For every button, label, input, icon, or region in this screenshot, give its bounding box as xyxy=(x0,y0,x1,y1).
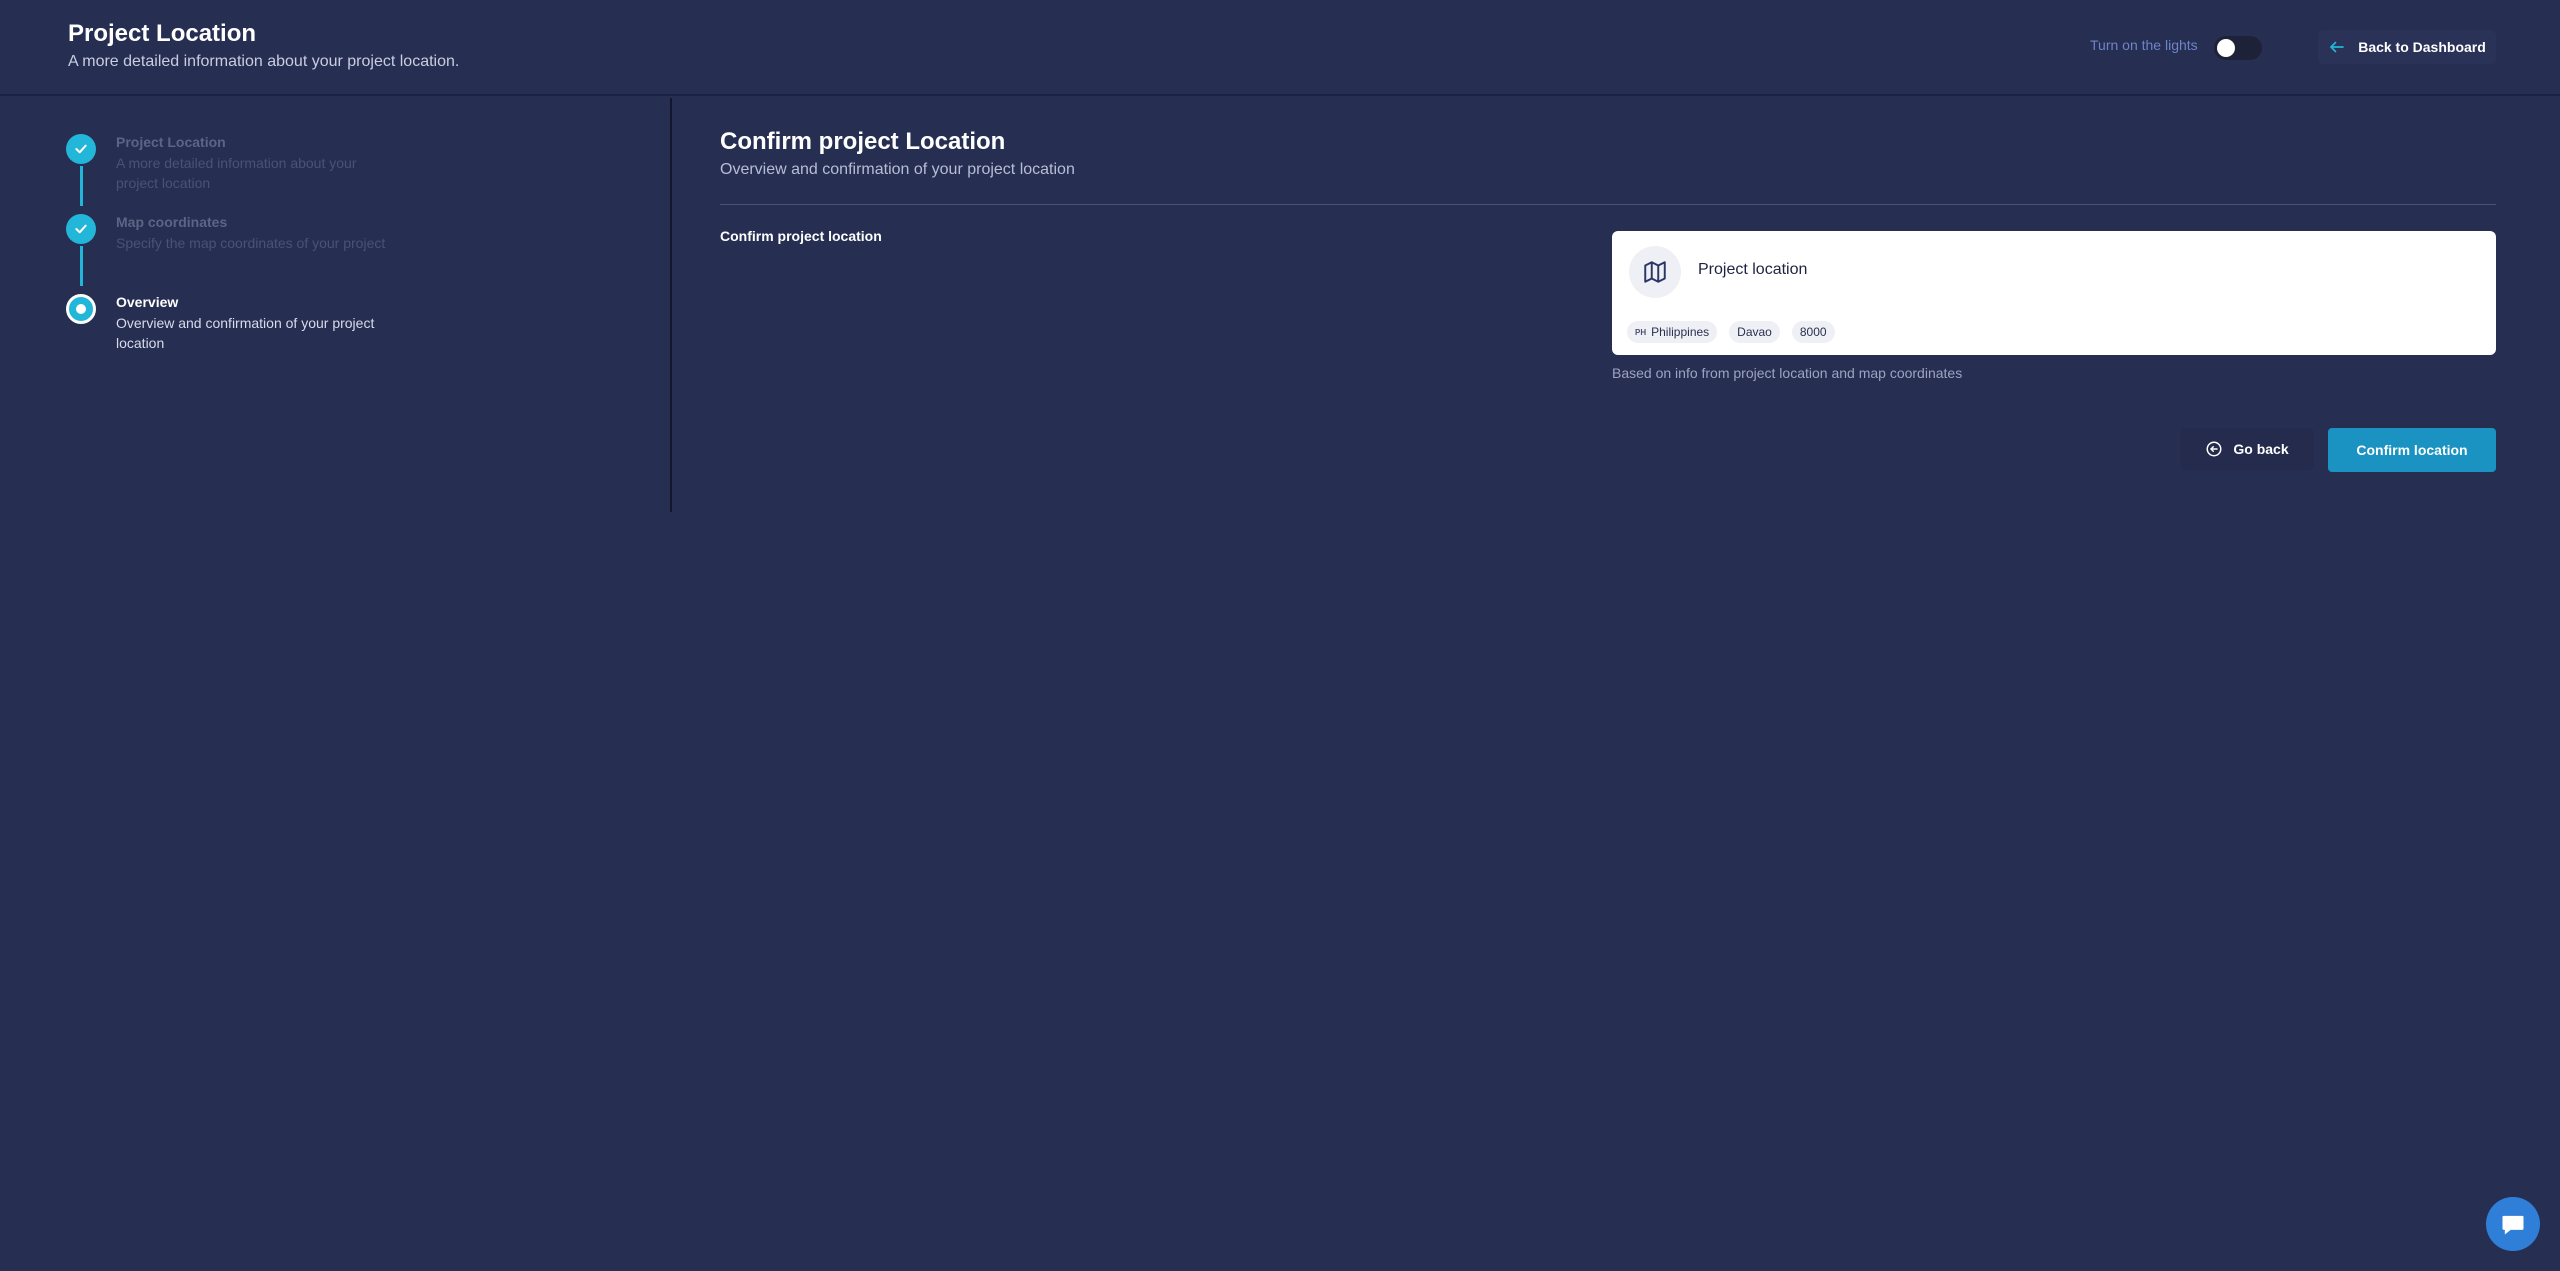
step-title: Project Location xyxy=(116,134,226,150)
current-dot xyxy=(76,304,86,314)
chip-label: Davao xyxy=(1737,325,1772,339)
chip-label: Philippines xyxy=(1651,325,1710,339)
step-description: Overview and confirmation of your projec… xyxy=(116,315,375,351)
chat-icon xyxy=(2502,1215,2524,1235)
step-connector xyxy=(80,246,83,286)
back-to-dashboard-label: Back to Dashboard xyxy=(2358,39,2486,55)
step-title: Overview xyxy=(116,294,179,310)
toggle-knob xyxy=(2217,39,2235,57)
map-icon-wrapper xyxy=(1629,246,1681,298)
go-back-button[interactable]: Go back xyxy=(2180,428,2314,470)
go-back-label: Go back xyxy=(2233,441,2289,457)
page-title: Project Location xyxy=(68,20,257,47)
lights-toggle[interactable] xyxy=(2214,36,2262,60)
city-chip: Davao xyxy=(1729,321,1780,343)
card-note: Based on info from project location and … xyxy=(1612,365,1963,381)
confirm-location-label: Confirm project location xyxy=(720,228,882,244)
section-title: Confirm project Location xyxy=(720,128,1006,155)
step-complete-indicator xyxy=(66,134,96,164)
step-connector xyxy=(80,166,83,206)
card-title: Project location xyxy=(1698,261,1808,278)
step-current-indicator xyxy=(66,294,96,324)
back-to-dashboard-button[interactable]: Back to Dashboard xyxy=(2318,30,2496,64)
page-subtitle: A more detailed information about your p… xyxy=(68,53,460,70)
check-icon xyxy=(75,224,87,234)
chat-button[interactable] xyxy=(2486,1197,2540,1251)
step-description: Specify the map coordinates of your proj… xyxy=(116,235,386,251)
chip-label: 8000 xyxy=(1799,325,1827,339)
postal-code-chip: 8000 xyxy=(1791,321,1835,343)
arrow-left-icon xyxy=(2330,41,2345,53)
confirm-location-button[interactable]: Confirm location xyxy=(2328,428,2496,472)
step-complete-indicator xyxy=(66,214,96,244)
check-icon xyxy=(75,144,87,154)
arrow-circle-left-icon xyxy=(2206,441,2222,457)
section-subtitle: Overview and confirmation of your projec… xyxy=(720,161,1075,178)
location-card: Project location PH Philippines Davao 80… xyxy=(1612,231,2496,355)
country-chip: PH Philippines xyxy=(1627,321,1718,343)
stepper-panel: Project Location A more detailed informa… xyxy=(0,98,672,512)
country-code: PH xyxy=(1635,327,1647,337)
location-chips: PH Philippines Davao 8000 xyxy=(1627,321,1835,343)
step-title: Map coordinates xyxy=(116,214,228,230)
top-bar: Project Location A more detailed informa… xyxy=(0,0,2560,96)
step-description: A more detailed information about your p… xyxy=(116,155,357,191)
divider xyxy=(720,204,2496,205)
lights-toggle-label: Turn on the lights xyxy=(2090,37,2198,53)
map-icon xyxy=(1644,261,1666,283)
